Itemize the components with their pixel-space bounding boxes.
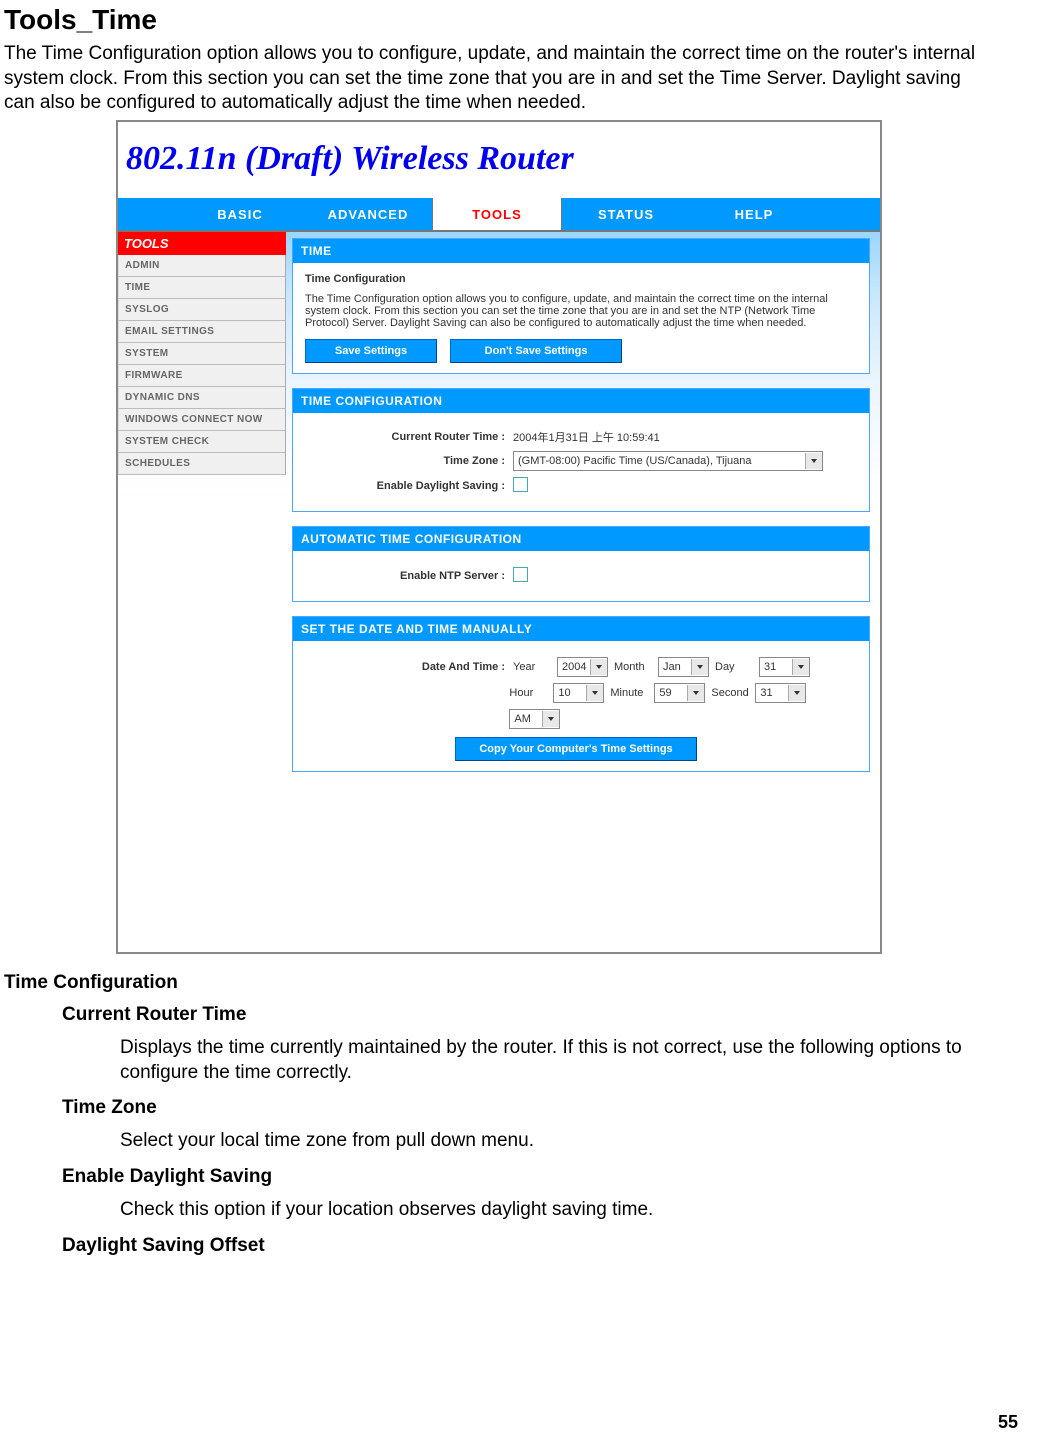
doc-intro: The Time Configuration option allows you… [4,42,994,116]
label-timezone: Time Zone : [305,455,513,467]
sidebar: TOOLS ADMIN TIME SYSLOG EMAIL SETTINGS S… [118,232,286,952]
timezone-select[interactable]: (GMT-08:00) Pacific Time (US/Canada), Ti… [513,451,823,471]
hour-select[interactable]: 10 [553,683,604,703]
label-ntp: Enable NTP Server : [305,570,513,582]
sec-current-h: Current Router Time [4,1004,994,1026]
daylight-checkbox[interactable] [513,477,528,492]
panel-time: TIME Time Configuration The Time Configu… [292,238,870,374]
label-year: Year [513,661,551,673]
chevron-down-icon [687,685,704,701]
chevron-down-icon [691,659,708,675]
sec-daylight-h: Enable Daylight Saving [4,1166,994,1188]
doc-title: Tools_Time [4,4,994,36]
sidebar-item-time[interactable]: TIME [118,277,286,299]
nav-spacer [118,198,176,230]
label-daylight: Enable Daylight Saving : [305,480,513,492]
sidebar-header: TOOLS [118,232,286,255]
label-datetime: Date And Time : [305,661,513,673]
page-number: 55 [998,1412,1018,1433]
chevron-down-icon [542,711,559,727]
ntp-checkbox[interactable] [513,567,528,582]
chevron-down-icon [792,659,809,675]
copy-computer-time-button[interactable]: Copy Your Computer's Time Settings [455,737,697,761]
sidebar-item-admin[interactable]: ADMIN [118,255,286,277]
save-button-row: Save Settings Don't Save Settings [305,339,857,363]
label-day: Day [715,661,753,673]
nav-tab-status[interactable]: STATUS [562,198,690,230]
router-nav: BASIC ADVANCED TOOLS STATUS HELP [118,198,880,232]
nav-tab-tools[interactable]: TOOLS [432,198,562,230]
section-timeconfig-h: Time Configuration [4,972,994,994]
day-select[interactable]: 31 [759,657,810,677]
label-month: Month [614,661,652,673]
label-hour: Hour [509,687,547,699]
panel-timecfg-title: TIME CONFIGURATION [293,389,869,413]
label-minute: Minute [610,687,648,699]
panel-auto-title: AUTOMATIC TIME CONFIGURATION [293,527,869,551]
nav-tab-basic[interactable]: BASIC [176,198,304,230]
sec-daylight-p: Check this option if your location obser… [4,1198,994,1223]
router-body: TOOLS ADMIN TIME SYSLOG EMAIL SETTINGS S… [118,232,880,952]
sec-timezone-p: Select your local time zone from pull do… [4,1129,994,1154]
panel-manual-time: SET THE DATE AND TIME MANUALLY Date And … [292,616,870,772]
router-main: TIME Time Configuration The Time Configu… [286,232,880,952]
panel-time-title: TIME [293,239,869,263]
panel-time-config: TIME CONFIGURATION Current Router Time :… [292,388,870,512]
sidebar-item-email[interactable]: EMAIL SETTINGS [118,321,286,343]
banner-text: 802.11n (Draft) Wireless Router [126,140,574,177]
ampm-select[interactable]: AM [509,709,560,729]
save-settings-button[interactable]: Save Settings [305,339,437,363]
sidebar-item-schedules[interactable]: SCHEDULES [118,453,286,475]
minute-select[interactable]: 59 [654,683,705,703]
chevron-down-icon [586,685,603,701]
sec-offset-h: Daylight Saving Offset [4,1235,994,1257]
sidebar-item-firmware[interactable]: FIRMWARE [118,365,286,387]
timezone-value: (GMT-08:00) Pacific Time (US/Canada), Ti… [518,455,752,467]
nav-tab-help[interactable]: HELP [690,198,818,230]
sec-timezone-h: Time Zone [4,1097,994,1119]
label-second: Second [711,687,749,699]
nav-tab-advanced[interactable]: ADVANCED [304,198,432,230]
label-current-time: Current Router Time : [305,431,513,443]
dont-save-settings-button[interactable]: Don't Save Settings [450,339,622,363]
router-banner: 802.11n (Draft) Wireless Router [118,122,880,198]
panel-time-desc: The Time Configuration option allows you… [305,293,857,329]
month-select[interactable]: Jan [658,657,709,677]
panel-auto-time: AUTOMATIC TIME CONFIGURATION Enable NTP … [292,526,870,602]
sidebar-item-syslog[interactable]: SYSLOG [118,299,286,321]
chevron-down-icon [805,453,822,469]
chevron-down-icon [788,685,805,701]
sidebar-item-system[interactable]: SYSTEM [118,343,286,365]
panel-time-sub: Time Configuration [305,273,857,285]
router-screenshot: 802.11n (Draft) Wireless Router BASIC AD… [116,120,882,954]
sidebar-item-wcn[interactable]: WINDOWS CONNECT NOW [118,409,286,431]
year-select[interactable]: 2004 [557,657,608,677]
chevron-down-icon [590,659,607,675]
second-select[interactable]: 31 [755,683,806,703]
sec-current-p: Displays the time currently maintained b… [4,1036,994,1085]
value-current-time: 2004年1月31日 上午 10:59:41 [513,429,660,445]
panel-manual-title: SET THE DATE AND TIME MANUALLY [293,617,869,641]
sidebar-item-ddns[interactable]: DYNAMIC DNS [118,387,286,409]
sidebar-item-syscheck[interactable]: SYSTEM CHECK [118,431,286,453]
